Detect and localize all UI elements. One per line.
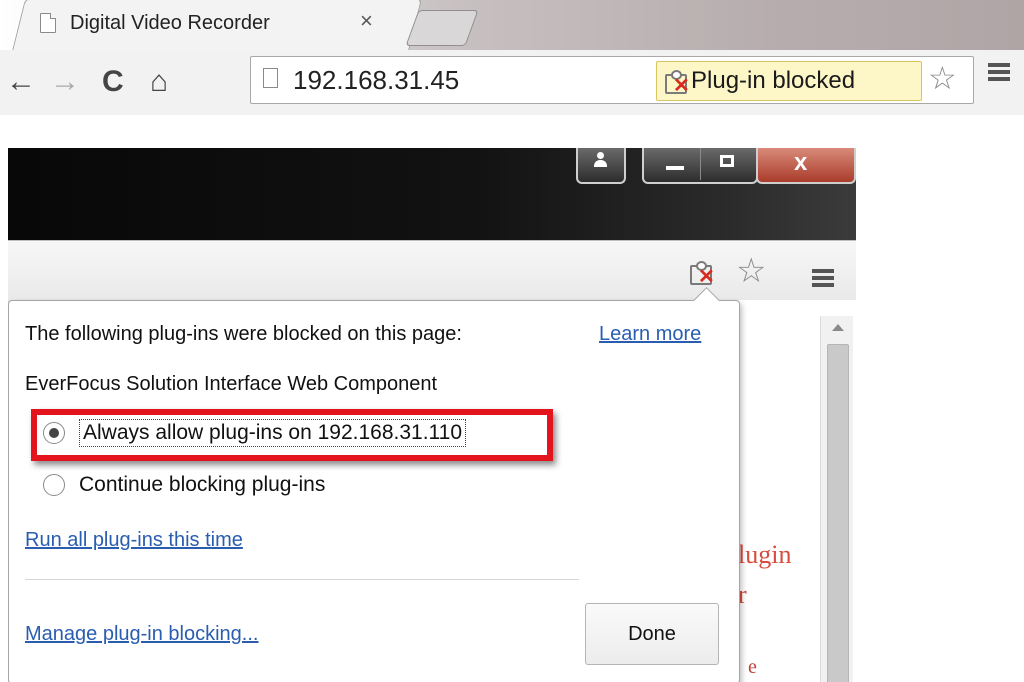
star-icon[interactable]: ☆: [736, 251, 766, 291]
scroll-thumb[interactable]: [827, 344, 849, 682]
divider: [700, 148, 701, 180]
minimize-icon[interactable]: [666, 166, 684, 170]
continue-blocking-label[interactable]: Continue blocking plug-ins: [79, 473, 325, 497]
always-allow-option[interactable]: Always allow plug-ins on 192.168.31.110: [43, 419, 467, 447]
close-icon: x: [794, 149, 808, 176]
page-text: e: [748, 656, 757, 678]
browser-toolbar: ✕ ☆: [8, 240, 856, 302]
close-icon[interactable]: ×: [360, 8, 373, 34]
bubble-heading: The following plug-ins were blocked on t…: [25, 323, 462, 345]
puzzle-blocked-icon[interactable]: ✕: [688, 261, 715, 287]
tab-active[interactable]: Digital Video Recorder: [40, 0, 270, 46]
scroll-up-icon[interactable]: [832, 324, 844, 331]
tab-title: Digital Video Recorder: [70, 11, 270, 34]
page-text: lugin: [738, 540, 792, 569]
user-icon: [593, 152, 607, 167]
blocked-plugin-name: EverFocus Solution Interface Web Compone…: [25, 373, 438, 395]
plugin-blocked-label: Plug-in blocked: [691, 67, 856, 94]
plugin-blocked-chip[interactable]: ✕ Plug-in blocked: [656, 61, 922, 101]
radio-icon[interactable]: [43, 422, 65, 444]
reload-icon[interactable]: C: [102, 64, 124, 100]
back-icon[interactable]: ←: [6, 64, 36, 100]
manage-plugin-blocking-link[interactable]: Manage plug-in blocking...: [25, 623, 258, 646]
run-all-plugins-link[interactable]: Run all plug-ins this time: [25, 529, 243, 552]
maximize-icon[interactable]: [720, 155, 734, 167]
learn-more-link[interactable]: Learn more: [599, 323, 701, 346]
window-titlebar: x: [8, 148, 856, 240]
plugin-bubble-crop: x ✕ ☆ lugin r The following plug-ins wer…: [8, 148, 856, 682]
browser-chrome-crop: Digital Video Recorder × ← → C ⌂ 192.168…: [0, 0, 1024, 115]
divider: [25, 579, 579, 580]
user-button[interactable]: [576, 148, 626, 184]
star-icon[interactable]: ☆: [928, 58, 957, 98]
forward-icon[interactable]: →: [50, 64, 80, 100]
tab-strip: Digital Video Recorder ×: [0, 0, 1024, 50]
page-scrollbar[interactable]: [820, 316, 853, 682]
page-icon: [263, 68, 278, 88]
always-allow-label[interactable]: Always allow plug-ins on 192.168.31.110: [79, 419, 467, 447]
page-icon: [40, 13, 56, 33]
minimize-maximize-buttons[interactable]: [642, 148, 758, 184]
address-text[interactable]: 192.168.31.45: [293, 65, 459, 96]
home-icon[interactable]: ⌂: [150, 64, 168, 100]
menu-icon[interactable]: [812, 269, 834, 287]
done-button[interactable]: Done: [585, 603, 719, 665]
plugin-blocked-bubble: The following plug-ins were blocked on t…: [8, 287, 740, 682]
continue-blocking-option[interactable]: Continue blocking plug-ins: [43, 473, 325, 497]
window-close-button[interactable]: x: [756, 148, 856, 184]
menu-icon[interactable]: [988, 63, 1010, 81]
puzzle-blocked-icon: ✕: [663, 70, 690, 96]
radio-icon[interactable]: [43, 474, 65, 496]
